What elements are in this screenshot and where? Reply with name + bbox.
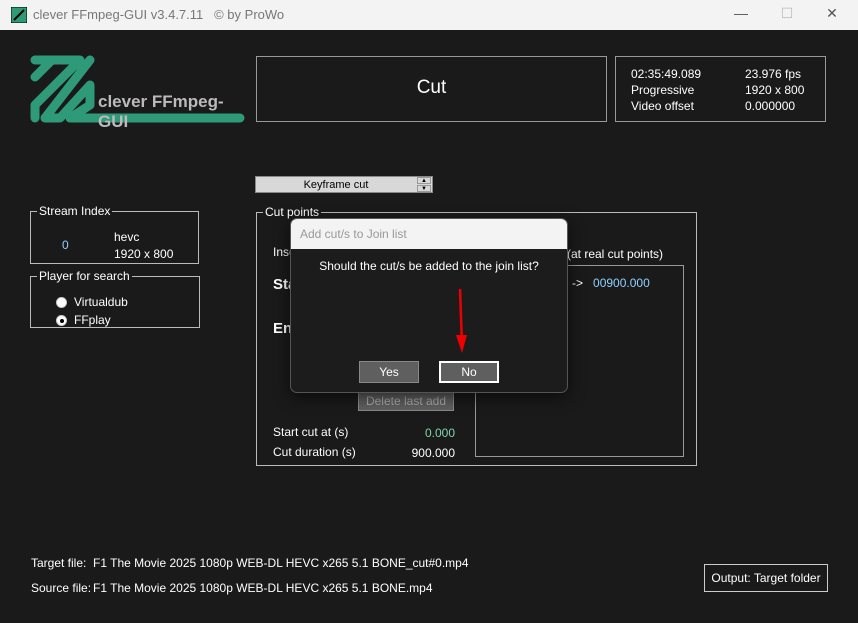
logo-text: clever FFmpeg-GUI — [98, 92, 224, 131]
target-file-label: Target file: — [31, 556, 87, 570]
resolution: 1920 x 800 — [745, 83, 805, 97]
stream-resolution: 1920 x 800 — [114, 247, 174, 261]
dialog-title: Add cut/s to Join list — [300, 227, 407, 241]
cut-points-legend: Cut points — [265, 205, 320, 219]
cut-mode-spinner[interactable]: Keyframe cut ▲ ▼ — [255, 176, 433, 193]
source-file-value: F1 The Movie 2025 1080p WEB-DL HEVC x265… — [93, 581, 433, 595]
app-icon — [11, 7, 27, 23]
player-group: Player for search Virtualdub FFplay — [30, 269, 200, 328]
scan-type: Progressive — [631, 83, 695, 97]
cut-mode-value: Keyframe cut — [303, 179, 369, 191]
stream-index-group: Stream Index 0 hevc 1920 x 800 — [30, 204, 199, 264]
delete-last-add-button[interactable]: Delete last add — [358, 391, 454, 411]
start-cut-value: 0.000 — [424, 426, 455, 440]
title-bar: clever FFmpeg-GUI v3.4.7.11 © by ProWo —… — [0, 0, 858, 30]
minimize-button[interactable]: — — [726, 5, 756, 25]
target-file-value: F1 The Movie 2025 1080p WEB-DL HEVC x265… — [93, 556, 469, 570]
radio-icon[interactable] — [56, 297, 67, 308]
cut-list-header: (at real cut points) — [567, 247, 664, 261]
option-label: Virtualdub — [74, 295, 128, 309]
mode-title: Cut — [256, 56, 607, 122]
source-file-label: Source file: — [31, 581, 92, 595]
output-target-folder-button[interactable]: Output: Target folder — [704, 564, 828, 592]
no-button[interactable]: No — [439, 361, 499, 383]
arrow-text: -> — [572, 276, 584, 290]
stream-index-legend: Stream Index — [39, 204, 111, 218]
radio-selected-icon[interactable] — [56, 315, 67, 326]
window-title: clever FFmpeg-GUI v3.4.7.11 © by ProWo — [33, 7, 285, 22]
close-button[interactable]: ✕ — [817, 5, 847, 25]
video-offset-value: 0.000000 — [745, 99, 796, 113]
spin-up-icon[interactable]: ▲ — [417, 177, 431, 184]
video-info-panel: 02:35:49.089 23.976 fps Progressive 1920… — [615, 56, 826, 122]
cut-end-value: 00900.000 — [593, 276, 650, 290]
cut-duration-label: Cut duration (s) — [273, 445, 356, 459]
cut-list-item[interactable]: -> 00900.000 — [572, 276, 650, 290]
spin-down-icon[interactable]: ▼ — [417, 185, 431, 192]
option-label: FFplay — [74, 313, 111, 327]
confirm-dialog: Add cut/s to Join list Should the cut/s … — [290, 218, 568, 393]
stream-index-value: 0 — [62, 238, 69, 252]
video-offset-label: Video offset — [631, 99, 694, 113]
fps: 23.976 fps — [745, 67, 802, 81]
duration: 02:35:49.089 — [631, 67, 702, 81]
stream-codec: hevc — [114, 230, 140, 244]
cut-duration-value: 900.000 — [411, 446, 455, 460]
maximize-button[interactable]: ☐ — [772, 5, 802, 25]
logo: clever FFmpeg-GUI — [30, 55, 246, 131]
dialog-title-bar: Add cut/s to Join list — [291, 219, 567, 249]
dialog-message: Should the cut/s be added to the join li… — [319, 259, 539, 273]
red-arrow-annotation — [456, 288, 467, 353]
start-cut-label: Start cut at (s) — [273, 425, 349, 439]
yes-button[interactable]: Yes — [359, 361, 419, 383]
player-legend: Player for search — [39, 269, 130, 283]
